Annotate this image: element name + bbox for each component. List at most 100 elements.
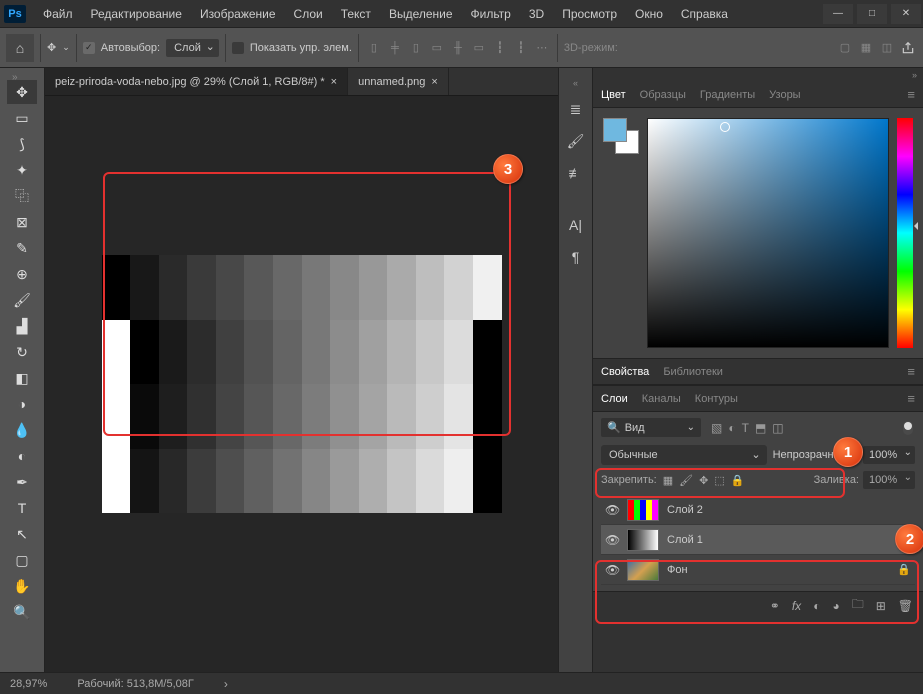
menu-text[interactable]: Текст	[332, 7, 380, 21]
collapse-dock-icon[interactable]: «	[573, 78, 578, 88]
eyedropper-tool[interactable]: ✎	[7, 236, 37, 260]
document-tab-1[interactable]: peiz-priroda-voda-nebo.jpg @ 29% (Слой 1…	[45, 68, 348, 95]
layer-name[interactable]: Слой 1	[667, 534, 703, 546]
link-layers-icon[interactable]: ⚭	[770, 599, 780, 613]
filter-pixel-icon[interactable]: ▧	[711, 421, 722, 435]
align-center-h-icon[interactable]: ╪	[386, 39, 404, 57]
viewport[interactable]: 3	[45, 96, 558, 672]
visibility-icon[interactable]: 👁	[605, 533, 619, 547]
tab-channels[interactable]: Каналы	[642, 393, 681, 405]
character-icon[interactable]: A|	[565, 214, 587, 236]
share-icon[interactable]	[899, 39, 917, 57]
opt-icon-1[interactable]: ▢	[836, 39, 854, 57]
brush-tool[interactable]: 🖌	[7, 288, 37, 312]
collapse-panels-icon[interactable]: »	[593, 68, 923, 82]
autoselect-checkbox[interactable]: ✓	[83, 42, 95, 54]
color-cursor[interactable]	[720, 122, 730, 132]
tab-swatches[interactable]: Образцы	[640, 89, 686, 101]
layer-filter-select[interactable]: 🔍 Вид	[601, 418, 701, 437]
pen-tool[interactable]: ✒	[7, 470, 37, 494]
dodge-tool[interactable]: ◐	[7, 444, 37, 468]
tab-properties[interactable]: Свойства	[601, 366, 649, 378]
new-layer-icon[interactable]: ⊞	[876, 599, 886, 613]
shape-tool[interactable]: ▢	[7, 548, 37, 572]
menu-image[interactable]: Изображение	[191, 7, 285, 21]
brush-panel-icon[interactable]: 🖌	[565, 130, 587, 152]
zoom-tool[interactable]: 🔍	[7, 600, 37, 624]
menu-window[interactable]: Окно	[626, 7, 672, 21]
menu-filter[interactable]: Фильтр	[462, 7, 520, 21]
hand-tool[interactable]: ✋	[7, 574, 37, 598]
panel-menu-icon[interactable]: ≡	[907, 391, 915, 406]
paragraph-icon[interactable]: ¶	[565, 246, 587, 268]
layer-name[interactable]: Слой 2	[667, 504, 703, 516]
fill-input[interactable]: 100%	[863, 471, 915, 489]
lock-position-icon[interactable]: ✥	[699, 474, 708, 487]
lasso-tool[interactable]: ⟆	[7, 132, 37, 156]
doc-info[interactable]: Рабочий: 513,8М/5,08Г	[77, 678, 194, 690]
move-tool[interactable]: ✥	[7, 80, 37, 104]
distribute-h-icon[interactable]: ┇	[491, 39, 509, 57]
close-icon[interactable]: ×	[331, 76, 337, 88]
layer-item[interactable]: 👁 Слой 2	[601, 495, 915, 525]
filter-smart-icon[interactable]: ◫	[772, 421, 783, 435]
gradient-tool[interactable]: ◑	[7, 392, 37, 416]
blend-mode-select[interactable]: Обычные	[601, 445, 767, 465]
menu-view[interactable]: Просмотр	[553, 7, 626, 21]
fx-icon[interactable]: fx	[792, 599, 801, 613]
menu-layers[interactable]: Слои	[285, 7, 332, 21]
filter-toggle[interactable]	[903, 421, 913, 435]
opt-icon-3[interactable]: ◫	[878, 39, 896, 57]
close-icon[interactable]: ×	[431, 76, 437, 88]
tab-color[interactable]: Цвет	[601, 89, 626, 101]
align-left-icon[interactable]: ▯	[365, 39, 383, 57]
adjustments-icon[interactable]: ≢	[565, 162, 587, 184]
more-align-icon[interactable]: ⋯	[533, 39, 551, 57]
history-icon[interactable]: ≣	[565, 98, 587, 120]
layer-thumbnail[interactable]	[627, 529, 659, 551]
path-tool[interactable]: ↖	[7, 522, 37, 546]
align-right-icon[interactable]: ▯	[407, 39, 425, 57]
layer-item[interactable]: 👁 Фон 🔒	[601, 555, 915, 585]
opacity-input[interactable]: 100%	[863, 446, 915, 464]
hue-slider[interactable]	[897, 118, 913, 348]
maximize-button[interactable]: □	[857, 4, 887, 24]
menu-help[interactable]: Справка	[672, 7, 737, 21]
autoselect-dropdown[interactable]: Слой	[166, 39, 219, 57]
filter-adjust-icon[interactable]: ◐	[728, 421, 735, 435]
mask-icon[interactable]: ◐	[813, 599, 820, 613]
crop-tool[interactable]: ⿻	[7, 184, 37, 208]
menu-select[interactable]: Выделение	[380, 7, 462, 21]
align-center-v-icon[interactable]: ╫	[449, 39, 467, 57]
tab-gradients[interactable]: Градиенты	[700, 89, 755, 101]
lock-artboard-icon[interactable]: ⬚	[714, 474, 724, 487]
group-icon[interactable]: 🗀	[852, 595, 864, 616]
lock-pixels-icon[interactable]: 🖌	[679, 474, 693, 487]
marquee-tool[interactable]: ▭	[7, 106, 37, 130]
filter-type-icon[interactable]: T	[742, 421, 749, 435]
layer-thumbnail[interactable]	[627, 559, 659, 581]
opt-icon-2[interactable]: ▦	[857, 39, 875, 57]
close-button[interactable]: ✕	[891, 4, 921, 24]
color-field[interactable]	[647, 118, 889, 348]
align-bottom-icon[interactable]: ▭	[470, 39, 488, 57]
lock-all-icon[interactable]: 🔒	[731, 474, 745, 487]
tab-libraries[interactable]: Библиотеки	[663, 366, 723, 378]
canvas[interactable]	[102, 255, 502, 513]
layer-item[interactable]: 👁 Слой 1	[601, 525, 915, 555]
minimize-button[interactable]: —	[823, 4, 853, 24]
home-button[interactable]: ⌂	[6, 34, 34, 62]
visibility-icon[interactable]: 👁	[605, 503, 619, 517]
adjustment-icon[interactable]: ◕	[832, 599, 839, 613]
magic-wand-tool[interactable]: ✦	[7, 158, 37, 182]
frame-tool[interactable]: ⊠	[7, 210, 37, 234]
panel-menu-icon[interactable]: ≡	[907, 364, 915, 379]
type-tool[interactable]: T	[7, 496, 37, 520]
tab-paths[interactable]: Контуры	[695, 393, 738, 405]
move-dropdown-icon[interactable]: ⌄	[62, 42, 70, 53]
eraser-tool[interactable]: ◧	[7, 366, 37, 390]
visibility-icon[interactable]: 👁	[605, 563, 619, 577]
history-brush-tool[interactable]: ↻	[7, 340, 37, 364]
blur-tool[interactable]: 💧	[7, 418, 37, 442]
healing-tool[interactable]: ⊕	[7, 262, 37, 286]
